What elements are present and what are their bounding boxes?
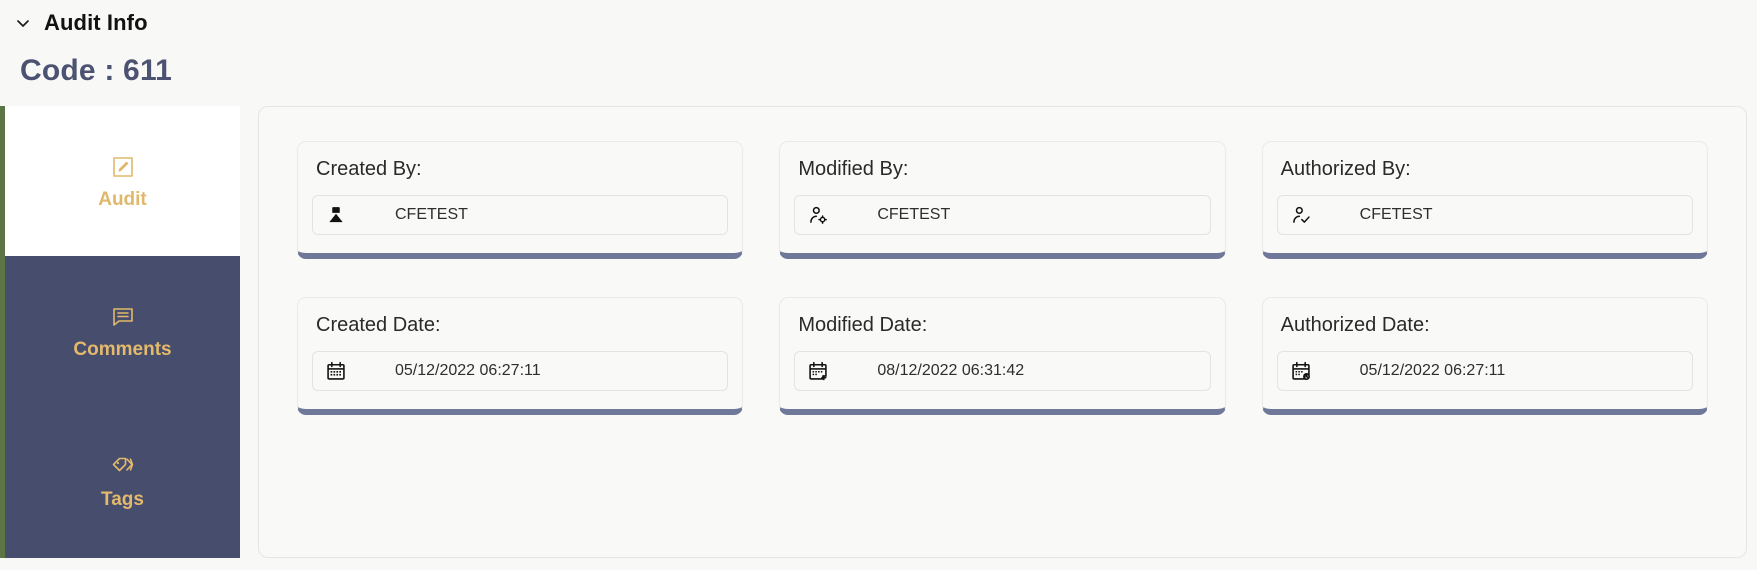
user-settings-icon bbox=[807, 204, 829, 226]
modified-by-input[interactable]: CFETEST bbox=[794, 195, 1211, 235]
user-check-icon bbox=[1290, 204, 1312, 226]
page-title: Audit Info bbox=[44, 10, 148, 35]
created-by-value: CFETEST bbox=[395, 206, 468, 223]
field-label: Authorized By: bbox=[1280, 158, 1411, 180]
audit-body: Audit Comments Tags Created By: CFETEST … bbox=[0, 106, 1757, 558]
sidebar-item-tags[interactable]: Tags bbox=[5, 406, 240, 556]
field-label: Created By: bbox=[316, 158, 422, 180]
field-label: Modified By: bbox=[798, 158, 909, 180]
field-label: Modified Date: bbox=[798, 314, 928, 336]
comment-icon bbox=[110, 304, 136, 330]
audit-field-grid: Created By: CFETEST Modified By: CFETEST… bbox=[297, 141, 1708, 415]
calendar-plus-icon bbox=[807, 360, 829, 382]
field-label: Authorized Date: bbox=[1280, 314, 1430, 336]
user-filled-icon bbox=[325, 204, 347, 226]
modified-date-input[interactable]: 08/12/2022 06:31:42 bbox=[794, 351, 1211, 391]
sidebar-item-label: Comments bbox=[73, 338, 172, 360]
authorized-date-input[interactable]: 05/12/2022 06:27:11 bbox=[1276, 351, 1693, 391]
authorized-date-value: 05/12/2022 06:27:11 bbox=[1359, 362, 1506, 379]
sidebar-item-label: Tags bbox=[101, 488, 144, 510]
field-card-authorized-date: Authorized Date: 05/12/2022 06:27:11 bbox=[1261, 297, 1708, 415]
sidebar-item-comments[interactable]: Comments bbox=[5, 256, 240, 406]
edit-square-icon bbox=[110, 154, 136, 180]
sidebar: Audit Comments Tags bbox=[0, 106, 240, 558]
calendar-clock-icon bbox=[1290, 360, 1312, 382]
modified-date-value: 08/12/2022 06:31:42 bbox=[877, 362, 1025, 379]
authorized-by-value: CFETEST bbox=[1359, 206, 1433, 223]
created-date-value: 05/12/2022 06:27:11 bbox=[395, 362, 541, 379]
audit-info-page: Audit Info Code : 611 Audit Comments Tag… bbox=[0, 0, 1757, 570]
section-header: Audit Info bbox=[0, 0, 1757, 36]
field-card-created-by: Created By: CFETEST bbox=[297, 141, 744, 259]
created-date-input[interactable]: 05/12/2022 06:27:11 bbox=[312, 351, 729, 391]
modified-by-value: CFETEST bbox=[877, 206, 951, 223]
authorized-by-input[interactable]: CFETEST bbox=[1276, 195, 1693, 235]
field-card-authorized-by: Authorized By: CFETEST bbox=[1261, 141, 1708, 259]
sidebar-item-label: Audit bbox=[98, 188, 147, 210]
field-card-created-date: Created Date: 05/12/2022 06:27:11 bbox=[297, 297, 744, 415]
created-by-input[interactable]: CFETEST bbox=[312, 195, 729, 235]
sidebar-item-audit[interactable]: Audit bbox=[5, 106, 240, 256]
field-card-modified-by: Modified By: CFETEST bbox=[779, 141, 1226, 259]
field-card-modified-date: Modified Date: 08/12/2022 06:31:42 bbox=[779, 297, 1226, 415]
tag-icon bbox=[110, 454, 136, 480]
record-code: Code : 611 bbox=[20, 54, 173, 87]
audit-details-panel: Created By: CFETEST Modified By: CFETEST… bbox=[258, 106, 1747, 558]
field-label: Created Date: bbox=[316, 314, 441, 336]
calendar-icon bbox=[325, 360, 347, 382]
chevron-down-icon[interactable] bbox=[14, 14, 32, 32]
